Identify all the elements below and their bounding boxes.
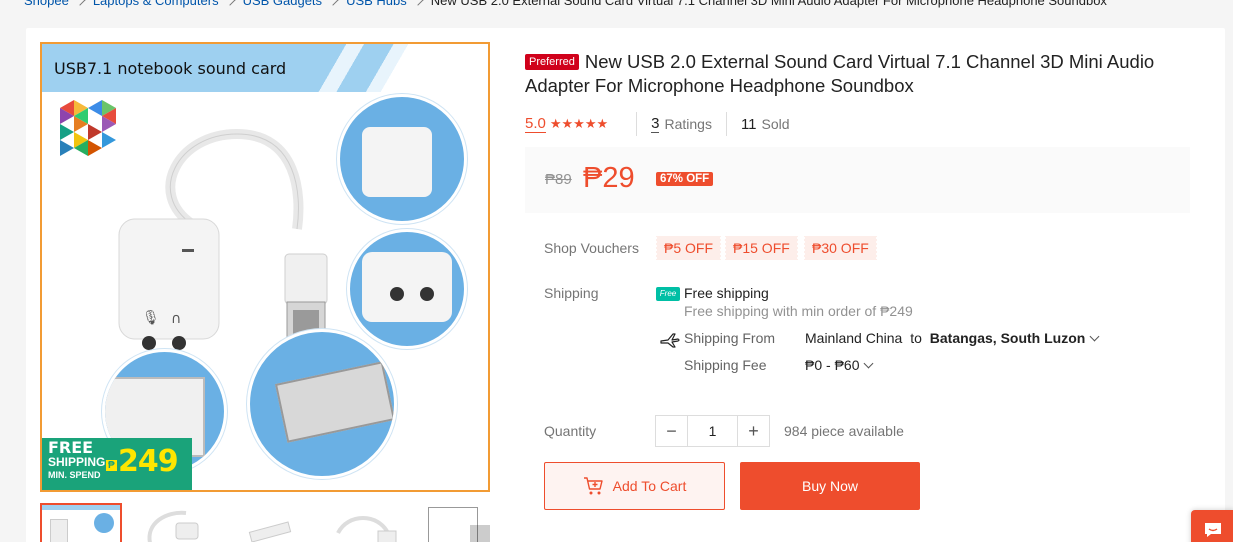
breadcrumb-laptops[interactable]: Laptops & Computers	[93, 0, 219, 8]
breadcrumb-usb-hubs[interactable]: USB Hubs	[346, 0, 407, 8]
ratings-count[interactable]: 3	[651, 115, 660, 133]
shipping-from-row[interactable]: Mainland China to Batangas, South Luzon	[805, 330, 1100, 346]
shipping-fee-dropdown[interactable]: ₱0 - ₱60	[805, 357, 874, 373]
badge-line1: FREE	[48, 438, 94, 457]
vouchers-label: Shop Vouchers	[544, 240, 639, 256]
free-shipping-note: Free shipping with min order of ₱249	[684, 303, 913, 319]
product-title-text: New USB 2.0 External Sound Card Virtual …	[525, 51, 1155, 96]
buy-now-label: Buy Now	[801, 478, 859, 494]
badge-amount: 249	[118, 444, 179, 479]
detail-circle-1	[337, 94, 467, 224]
chevron-right-icon	[223, 0, 236, 6]
add-to-cart-button[interactable]: Add To Cart	[544, 462, 725, 510]
detail-circle-4	[247, 329, 397, 479]
main-product-image[interactable]: USB7.1 notebook sound card 🎙 ∩ FREE SHIP…	[40, 42, 490, 492]
divider	[636, 112, 638, 136]
thumbnail-4[interactable]	[328, 503, 410, 542]
plane-icon	[660, 333, 680, 348]
breadcrumb-usb-gadgets[interactable]: USB Gadgets	[243, 0, 323, 8]
divider	[725, 112, 727, 136]
cart-icon	[583, 477, 603, 495]
chat-button[interactable]	[1191, 510, 1233, 542]
truck-free-icon: Free	[656, 287, 680, 301]
price-box: ₱89 ₱29 67% OFF	[525, 147, 1190, 213]
badge-line2: SHIPPING	[48, 455, 106, 469]
shipping-origin: Mainland China	[805, 330, 903, 346]
chat-icon	[1205, 523, 1221, 537]
shipping-from-label: Shipping From	[684, 330, 776, 346]
thumbnail-1[interactable]	[40, 503, 122, 542]
thumbnail-2[interactable]	[136, 503, 218, 542]
breadcrumb-shopee[interactable]: Shopee	[24, 0, 69, 8]
thumbnail-3[interactable]	[232, 503, 314, 542]
voucher-2[interactable]: ₱15 OFF	[724, 236, 799, 260]
free-shipping-badge: FREE SHIPPING MIN. SPEND ₱ 249	[42, 438, 192, 490]
chevron-right-icon	[412, 0, 424, 6]
quantity-label: Quantity	[544, 423, 597, 439]
decrease-button[interactable]: −	[656, 416, 688, 446]
sold-label: Sold	[761, 116, 790, 132]
breadcrumb: Shopee Laptops & Computers USB Gadgets USB …	[24, 0, 1107, 8]
rating-value[interactable]: 5.0	[525, 115, 546, 133]
banner-text: USB7.1 notebook sound card	[54, 59, 287, 78]
original-price: ₱89	[545, 171, 572, 188]
svg-text:∩: ∩	[171, 311, 181, 327]
buy-now-button[interactable]: Buy Now	[740, 462, 920, 510]
quantity-stepper: − 1 +	[655, 415, 770, 447]
voucher-3[interactable]: ₱30 OFF	[803, 236, 878, 260]
current-price: ₱29	[583, 162, 635, 194]
shipping-fee-value: ₱0 - ₱60	[805, 357, 860, 373]
rating-row: 5.0 ★★★★★ 3 Ratings 11 Sold	[525, 112, 790, 136]
thumbnail-5[interactable]	[424, 503, 506, 542]
chevron-right-icon	[74, 0, 86, 6]
stock-available: 984 piece available	[784, 423, 904, 439]
detail-circle-2	[347, 229, 467, 349]
chevron-down-icon	[864, 358, 874, 369]
shipping-to-word: to	[910, 330, 922, 346]
sold-count: 11	[740, 115, 757, 133]
free-shipping-title: Free shipping	[684, 285, 769, 301]
ratings-label: Ratings	[664, 116, 712, 132]
increase-button[interactable]: +	[737, 416, 769, 446]
badge-currency: ₱	[106, 460, 117, 471]
badge-line3: MIN. SPEND	[48, 470, 101, 480]
chevron-right-icon	[327, 0, 339, 6]
product-title: Preferred New USB 2.0 External Sound Card…	[525, 50, 1185, 98]
chevron-down-icon	[1089, 331, 1100, 342]
shipping-label: Shipping	[544, 285, 599, 301]
quantity-input[interactable]: 1	[688, 416, 737, 446]
preferred-badge: Preferred	[525, 54, 579, 70]
star-rating-icon: ★★★★★	[549, 116, 609, 131]
svg-text:🎙: 🎙	[142, 309, 160, 326]
discount-badge: 67% OFF	[656, 172, 714, 186]
thumbnail-next-button[interactable]	[470, 525, 490, 542]
shipping-fee-label: Shipping Fee	[684, 357, 767, 373]
thumbnail-strip	[40, 503, 506, 542]
voucher-1[interactable]: ₱5 OFF	[654, 236, 723, 260]
breadcrumb-current: New USB 2.0 External Sound Card Virtual …	[430, 0, 1107, 8]
banner-stripe	[302, 44, 422, 92]
add-to-cart-label: Add To Cart	[612, 478, 687, 494]
shipping-destination: Batangas, South Luzon	[929, 330, 1086, 346]
